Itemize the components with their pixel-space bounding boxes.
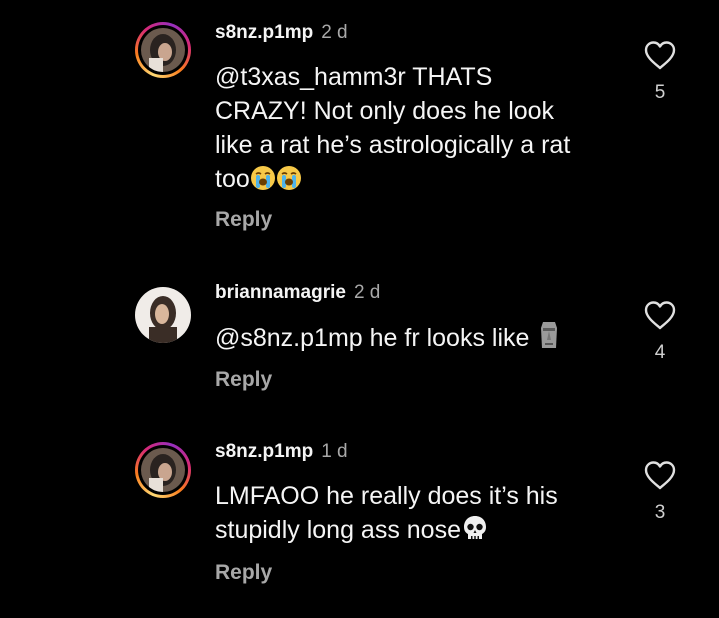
like-count: 4: [654, 342, 666, 363]
comment-header: s8nz.p1mp 1 d: [215, 441, 348, 463]
timestamp: 2 d: [353, 282, 381, 303]
heart-outline-icon[interactable]: [640, 300, 680, 330]
avatar[interactable]: [135, 287, 191, 343]
comment-line: THATS: [412, 63, 493, 91]
moai-icon: [536, 320, 562, 359]
like-count: 3: [654, 502, 666, 523]
like-control: 4: [640, 300, 680, 364]
username[interactable]: s8nz.p1mp: [215, 22, 313, 43]
timestamp: 2 d: [321, 22, 348, 43]
like-control: 3: [640, 460, 680, 524]
reply-button[interactable]: Reply: [215, 561, 272, 585]
timestamp: 1 d: [321, 441, 348, 462]
heart-outline-icon[interactable]: [640, 40, 680, 70]
loudly-crying-face-icon: [276, 165, 302, 200]
comment-line: like a rat he’s astrologically a rat: [215, 131, 571, 159]
comment-text: @t3xas_hamm3r THATS CRAZY! Not only does…: [215, 60, 615, 200]
mention-link[interactable]: @s8nz.p1mp: [215, 324, 363, 352]
username[interactable]: s8nz.p1mp: [215, 441, 313, 462]
like-control: 5: [640, 40, 680, 104]
heart-outline-icon[interactable]: [640, 460, 680, 490]
avatar-story-ring[interactable]: [135, 442, 191, 498]
username[interactable]: briannamagrie: [215, 282, 346, 303]
comment-text: @s8nz.p1mp he fr looks like: [215, 320, 615, 359]
comment-line: too: [215, 165, 250, 193]
comment-line: stupidly long ass nose: [215, 516, 461, 544]
comment-header: briannamagrie 2 d: [215, 282, 380, 304]
comment-line: he fr looks like: [369, 324, 530, 352]
avatar-story-ring[interactable]: [135, 22, 191, 78]
comment-header: s8nz.p1mp 2 d: [215, 22, 348, 44]
comment-line: CRAZY! Not only does he look: [215, 97, 555, 125]
comment-line: LMFAOO he really does it’s his: [215, 482, 558, 510]
comment-text: LMFAOO he really does it’s his stupidly …: [215, 479, 615, 551]
like-count: 5: [654, 82, 666, 103]
skull-icon: [461, 514, 489, 551]
avatar: [141, 448, 185, 492]
avatar: [141, 28, 185, 72]
reply-button[interactable]: Reply: [215, 368, 272, 392]
mention-link[interactable]: @t3xas_hamm3r: [215, 63, 406, 91]
loudly-crying-face-icon: [250, 165, 276, 200]
reply-button[interactable]: Reply: [215, 208, 272, 232]
